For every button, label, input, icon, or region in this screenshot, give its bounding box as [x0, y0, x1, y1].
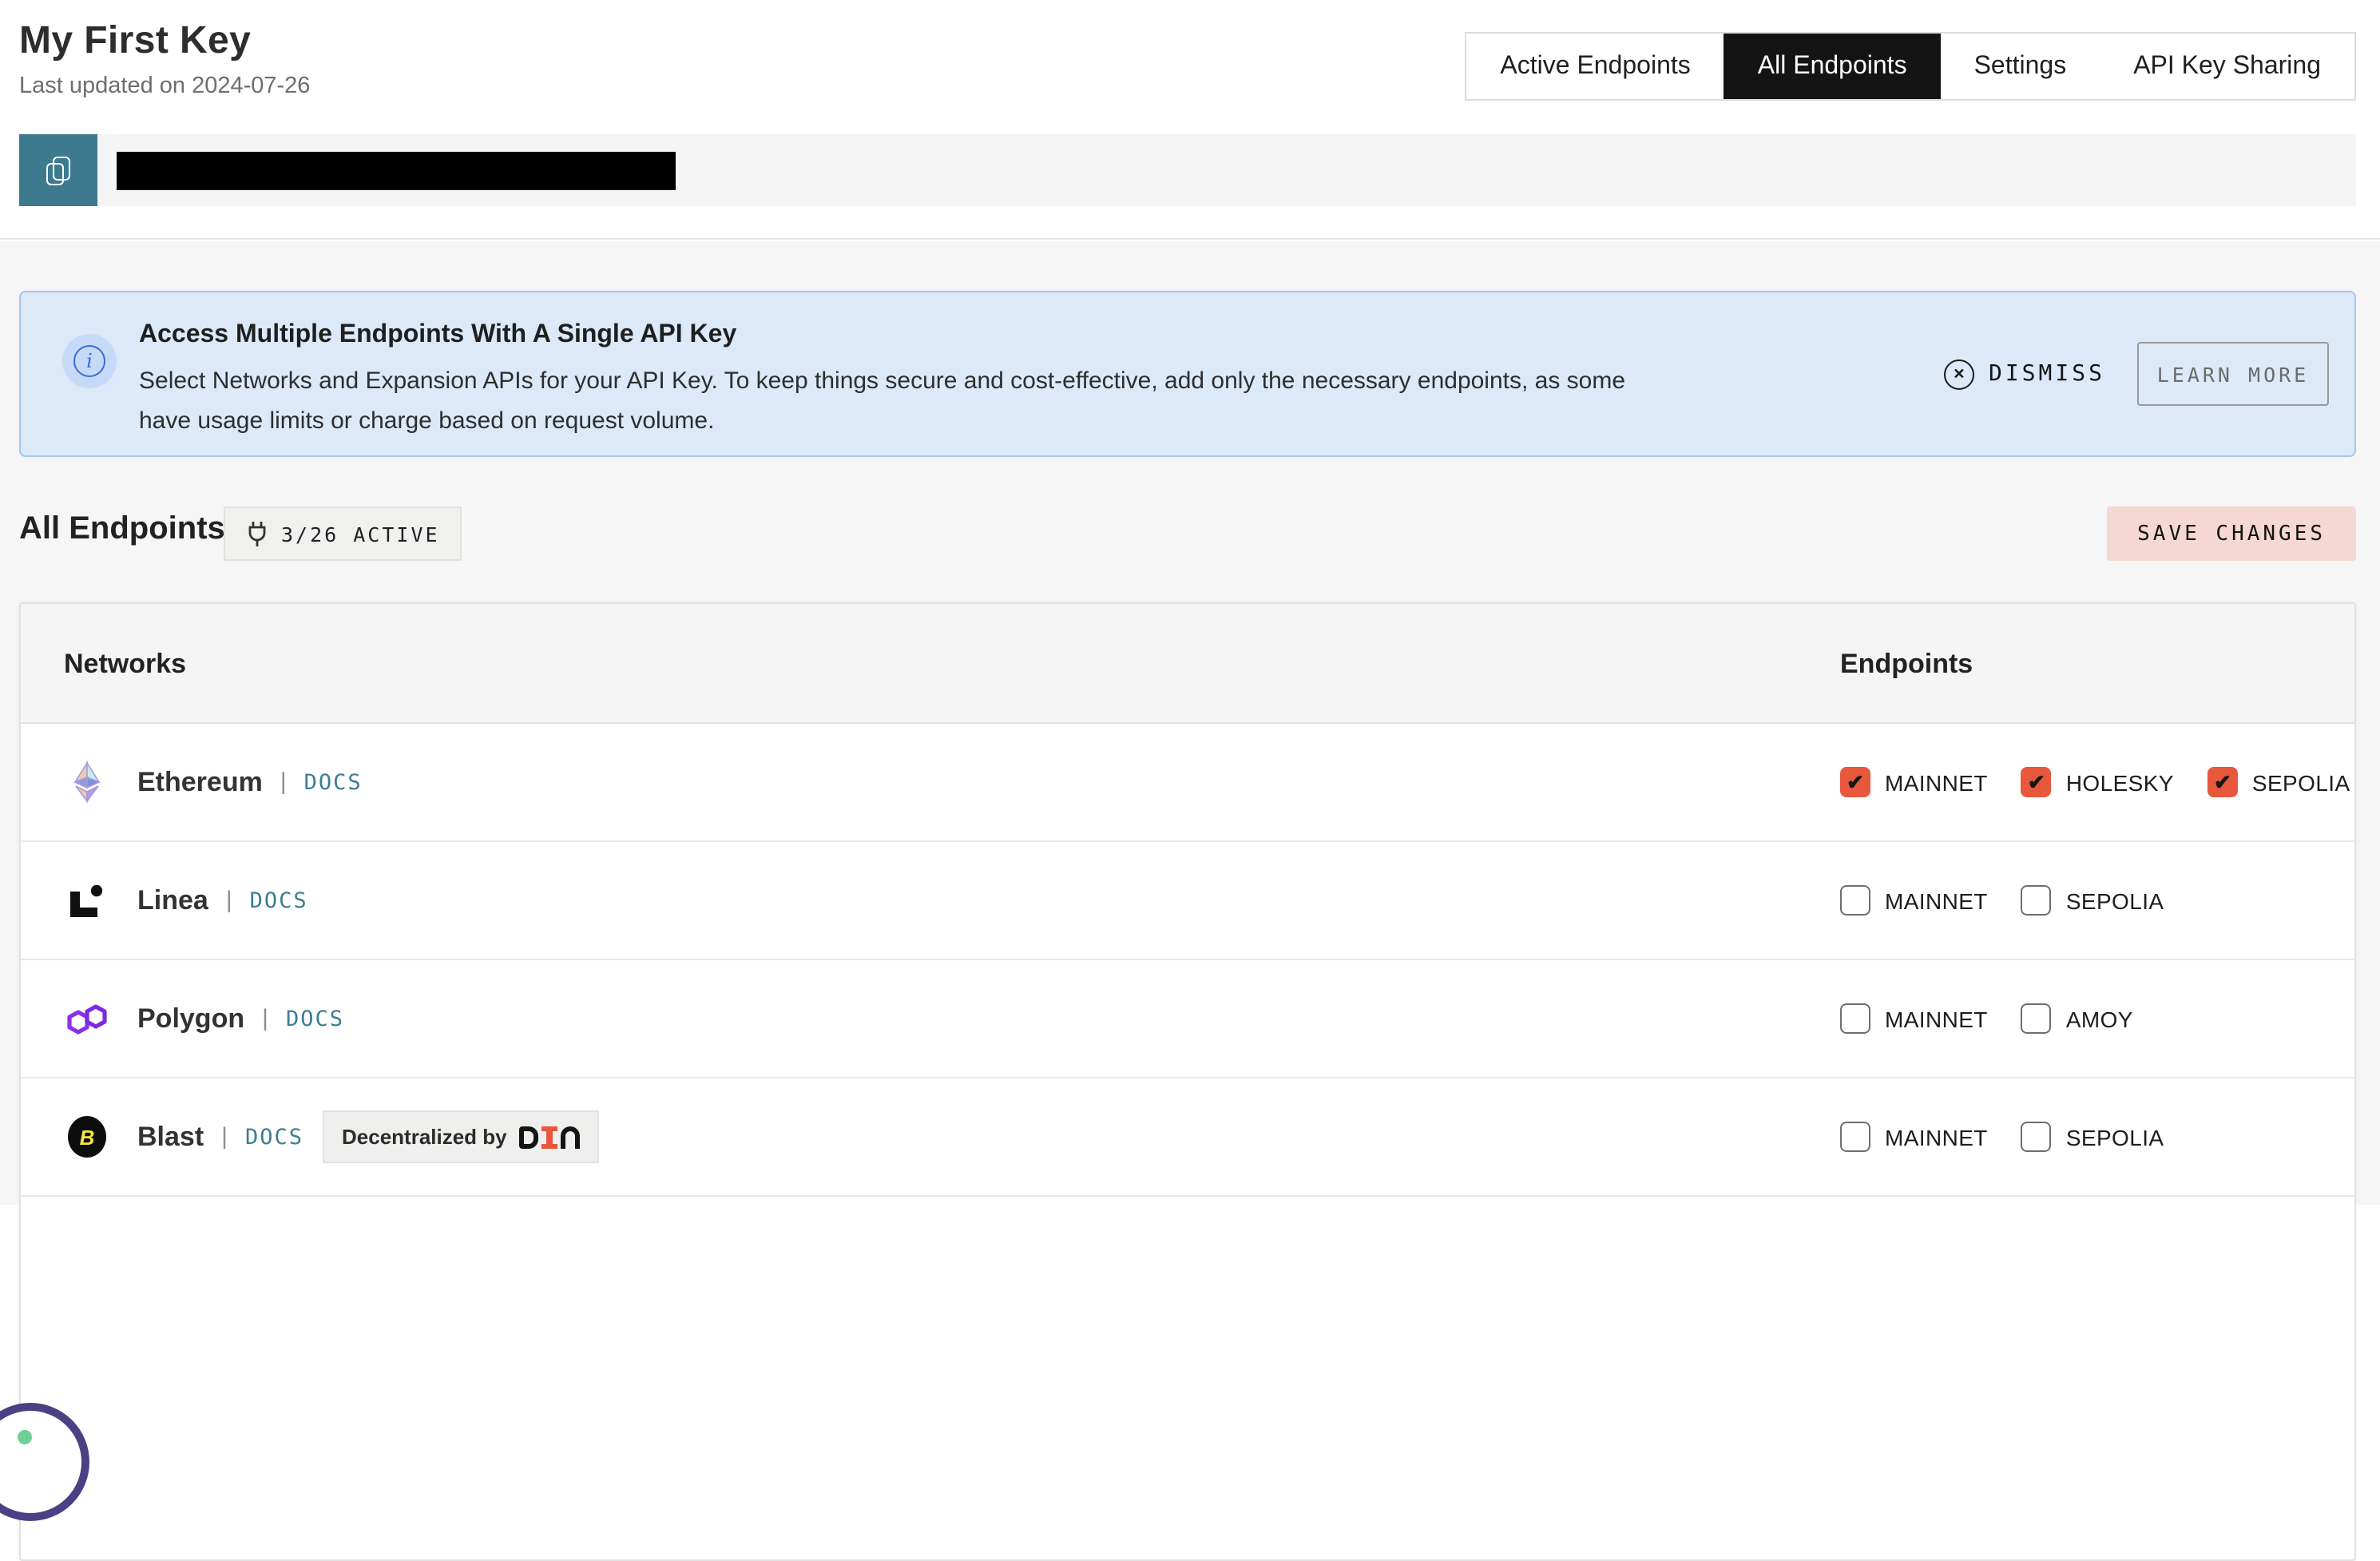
- network-name: Polygon: [137, 1003, 244, 1035]
- endpoint-toggle-mainnet[interactable]: MAINNET: [1840, 1003, 1988, 1034]
- circle-x-icon: ✕: [1944, 359, 1974, 389]
- decentralized-badge: Decentralized by: [323, 1110, 600, 1163]
- din-logo: [520, 1126, 581, 1148]
- network-cell: Ethereum | DOCS: [64, 724, 363, 840]
- tab-bar: Active EndpointsAll EndpointsSettingsAPI…: [1465, 32, 2356, 101]
- separator: |: [226, 887, 232, 914]
- endpoint-label: MAINNET: [1885, 888, 1988, 913]
- endpoint-label: SEPOLIA: [2252, 769, 2350, 795]
- endpoint-toggle-amoy[interactable]: AMOY: [2021, 1003, 2133, 1034]
- copy-api-key-button[interactable]: [19, 134, 97, 206]
- active-count-badge: 3/26 ACTIVE: [224, 506, 462, 561]
- table-header: Networks Endpoints: [21, 604, 2354, 724]
- endpoint-toggle-holesky[interactable]: ✔ HOLESKY: [2021, 767, 2174, 797]
- table-row: B Blast | DOCS Decentralized by MAINNET S…: [21, 1078, 2354, 1197]
- checkbox-unchecked[interactable]: [2021, 1003, 2052, 1034]
- content-area: i Access Multiple Endpoints With A Singl…: [0, 241, 2380, 1205]
- api-key-redacted-value: [117, 151, 676, 189]
- plug-icon: [246, 520, 268, 547]
- tab-all-endpoints[interactable]: All Endpoints: [1724, 34, 1941, 99]
- checkbox-unchecked[interactable]: [2021, 1122, 2052, 1152]
- network-name: Linea: [137, 884, 208, 916]
- dismiss-label: DISMISS: [1989, 361, 2105, 387]
- page-title: My First Key: [19, 19, 310, 64]
- separator: |: [280, 769, 287, 796]
- table-row: Ethereum | DOCS ✔ MAINNET ✔ HOLESKY ✔ SEPOLIA: [21, 724, 2354, 842]
- docs-link[interactable]: DOCS: [250, 888, 308, 913]
- endpoint-label: AMOY: [2066, 1006, 2133, 1031]
- save-changes-button[interactable]: SAVE CHANGES: [2107, 506, 2356, 561]
- tab-settings[interactable]: Settings: [1941, 34, 2100, 99]
- dismiss-button[interactable]: ✕ DISMISS: [1944, 359, 2105, 389]
- endpoints-table: Networks Endpoints Ethereum | DOCS ✔ MAIN…: [19, 602, 2356, 1561]
- api-key-field[interactable]: [97, 134, 2356, 206]
- network-name: Blast: [137, 1121, 204, 1153]
- checkbox-checked[interactable]: ✔: [2021, 767, 2052, 797]
- info-banner: i Access Multiple Endpoints With A Singl…: [19, 291, 2356, 457]
- network-cell: Polygon | DOCS: [64, 960, 344, 1077]
- svg-text:B: B: [79, 1126, 94, 1150]
- endpoint-label: MAINNET: [1885, 1006, 1988, 1031]
- tab-api-key-sharing[interactable]: API Key Sharing: [2100, 34, 2354, 99]
- active-count-label: 3/26 ACTIVE: [281, 522, 440, 546]
- info-icon: i: [73, 345, 105, 377]
- endpoints-cell: MAINNET AMOY: [1840, 960, 2167, 1077]
- banner-title: Access Multiple Endpoints With A Single …: [139, 321, 1656, 350]
- page-header: My First Key Last updated on 2024-07-26 …: [0, 0, 2380, 240]
- banner-body: Select Networks and Expansion APIs for y…: [139, 361, 1656, 441]
- table-row: Linea | DOCS MAINNET SEPOLIA: [21, 842, 2354, 960]
- section-bar: All Endpoints 3/26 ACTIVE SAVE CHANGES: [19, 506, 2356, 561]
- endpoints-cell: MAINNET SEPOLIA: [1840, 842, 2197, 959]
- section-title: All Endpoints: [19, 511, 225, 548]
- separator: |: [221, 1123, 228, 1150]
- endpoint-toggle-mainnet[interactable]: MAINNET: [1840, 885, 1988, 916]
- checkbox-unchecked[interactable]: [1840, 885, 1870, 916]
- ethereum-icon: [64, 760, 109, 804]
- linea-icon: [64, 878, 109, 923]
- endpoint-label: MAINNET: [1885, 1124, 1988, 1150]
- banner-actions: ✕ DISMISS LEARN MORE: [1944, 292, 2329, 455]
- separator: |: [262, 1005, 268, 1032]
- banner-text: Access Multiple Endpoints With A Single …: [139, 321, 1656, 441]
- docs-link[interactable]: DOCS: [245, 1124, 303, 1150]
- endpoint-label: MAINNET: [1885, 769, 1988, 795]
- api-key-row: [19, 134, 2356, 206]
- endpoint-toggle-sepolia[interactable]: SEPOLIA: [2021, 1122, 2164, 1152]
- endpoints-cell: ✔ MAINNET ✔ HOLESKY ✔ SEPOLIA: [1840, 724, 2356, 840]
- checkbox-checked[interactable]: ✔: [1840, 767, 1870, 797]
- column-header-endpoints: Endpoints: [1840, 649, 1973, 681]
- checkbox-unchecked[interactable]: [2021, 885, 2052, 916]
- docs-link[interactable]: DOCS: [286, 1006, 344, 1031]
- polygon-icon: [64, 996, 109, 1041]
- tab-active-endpoints[interactable]: Active Endpoints: [1466, 34, 1724, 99]
- blast-icon: B: [64, 1114, 109, 1159]
- endpoint-label: SEPOLIA: [2066, 1124, 2164, 1150]
- last-updated-text: Last updated on 2024-07-26: [19, 73, 310, 99]
- docs-link[interactable]: DOCS: [304, 769, 363, 795]
- endpoint-toggle-sepolia[interactable]: ✔ SEPOLIA: [2207, 767, 2350, 797]
- network-cell: Linea | DOCS: [64, 842, 308, 959]
- table-row: Polygon | DOCS MAINNET AMOY: [21, 960, 2354, 1078]
- learn-more-button[interactable]: LEARN MORE: [2137, 342, 2329, 406]
- info-icon-circle: i: [62, 334, 117, 388]
- endpoint-toggle-mainnet[interactable]: MAINNET: [1840, 1122, 1988, 1152]
- network-name: Ethereum: [137, 766, 263, 798]
- checkbox-unchecked[interactable]: [1840, 1122, 1870, 1152]
- endpoint-toggle-sepolia[interactable]: SEPOLIA: [2021, 885, 2164, 916]
- title-block: My First Key Last updated on 2024-07-26: [19, 19, 310, 99]
- endpoint-toggle-mainnet[interactable]: ✔ MAINNET: [1840, 767, 1988, 797]
- checkbox-checked[interactable]: ✔: [2207, 767, 2238, 797]
- badge-prefix: Decentralized by: [342, 1125, 507, 1149]
- endpoint-label: SEPOLIA: [2066, 888, 2164, 913]
- online-status-dot: [18, 1430, 32, 1444]
- endpoints-cell: MAINNET SEPOLIA: [1840, 1078, 2197, 1195]
- column-header-networks: Networks: [64, 649, 186, 681]
- copy-icon: [46, 156, 70, 185]
- network-cell: B Blast | DOCS Decentralized by: [64, 1078, 600, 1195]
- table-body: Ethereum | DOCS ✔ MAINNET ✔ HOLESKY ✔ SEPOLIA…: [21, 724, 2354, 1197]
- checkbox-unchecked[interactable]: [1840, 1003, 1870, 1034]
- endpoint-label: HOLESKY: [2066, 769, 2174, 795]
